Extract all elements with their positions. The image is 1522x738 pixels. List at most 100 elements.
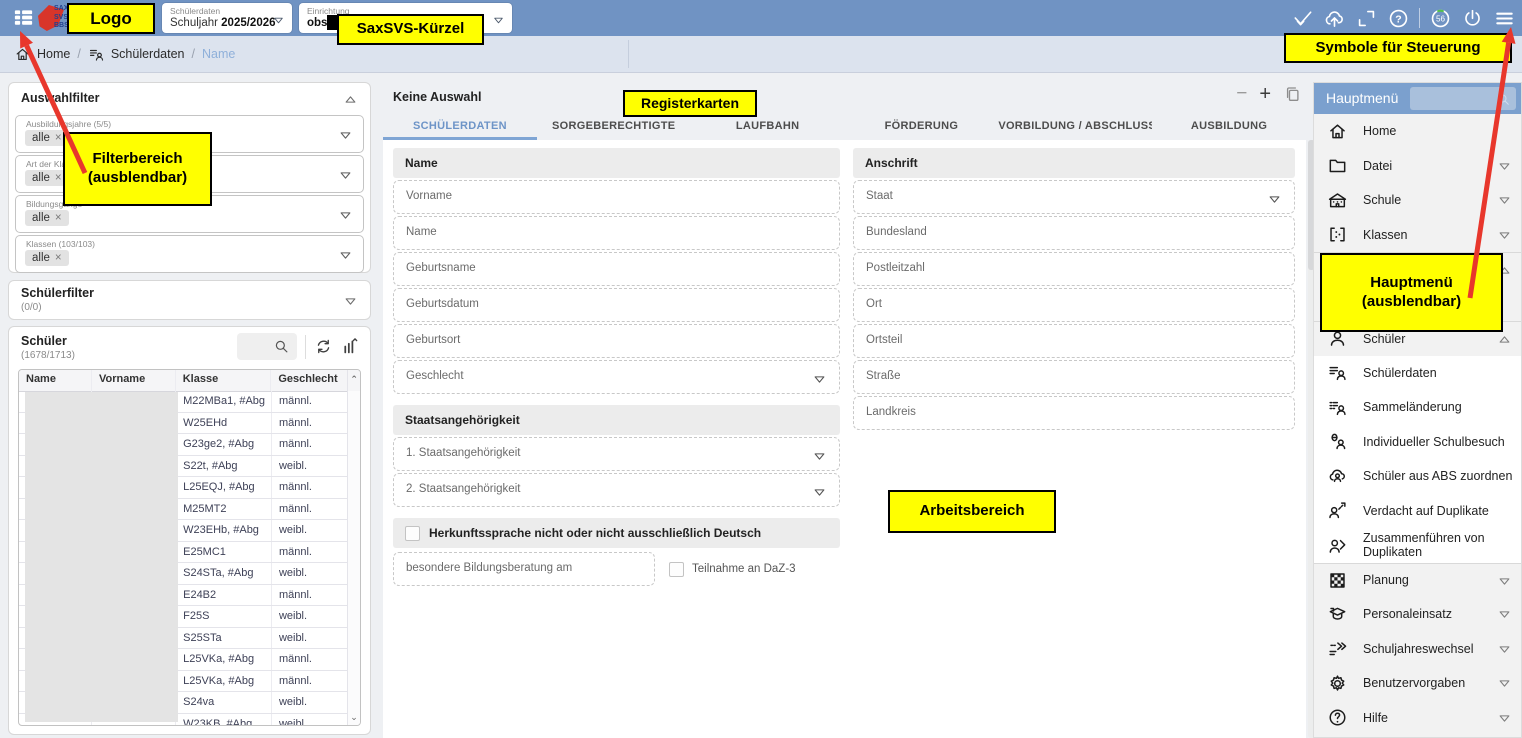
tab-sch-lerdaten[interactable]: SCHÜLERDATEN: [383, 112, 537, 140]
filter-3[interactable]: Klassen (103/103)alle×: [15, 235, 364, 273]
tab-vorbildung-abschluss[interactable]: VORBILDUNG / ABSCHLUSS: [998, 112, 1152, 140]
remove-chip-icon[interactable]: ×: [55, 132, 62, 144]
main-menu-toggle-icon[interactable]: [1493, 7, 1516, 30]
column-header[interactable]: Name: [19, 370, 92, 391]
input-field[interactable]: Geburtsdatum: [393, 288, 840, 322]
indiv-icon: [1327, 431, 1348, 452]
remove-chip-icon[interactable]: ×: [55, 252, 62, 264]
chevron-down-icon: [272, 12, 285, 30]
menu-item-zusammenführen-von-duplikaten[interactable]: Zusammenführen von Duplikaten: [1314, 528, 1521, 563]
chevron-down-icon[interactable]: [1497, 642, 1512, 657]
herkunftssprache-checkbox[interactable]: [405, 526, 420, 541]
filter-chip[interactable]: alle×: [25, 210, 69, 226]
menu-item-klassen[interactable]: Klassen: [1314, 218, 1521, 253]
menu-item-datei[interactable]: Datei: [1314, 149, 1521, 184]
add-button[interactable]: +: [1259, 84, 1271, 104]
chevron-down-icon[interactable]: [1497, 159, 1512, 174]
chevron-down-icon[interactable]: [1497, 676, 1512, 691]
menu-item-schüler-aus-abs-zuordnen[interactable]: Schüler aus ABS zuordnen: [1314, 459, 1521, 494]
input-field[interactable]: Name: [393, 216, 840, 250]
chevron-down-icon: [812, 485, 827, 500]
input-field[interactable]: Geschlecht: [393, 360, 840, 394]
input-field[interactable]: Vorname: [393, 180, 840, 214]
student-list-icon: [88, 46, 105, 63]
chevron-down-icon: [812, 449, 827, 464]
cell-klasse: E24B2: [176, 585, 272, 606]
input-field[interactable]: 1. Staatsangehörigkeit: [393, 437, 840, 471]
merge-icon: [1327, 535, 1348, 556]
section: Herkunftssprache nicht oder nicht aussch…: [393, 518, 840, 586]
chevron-down-icon[interactable]: [1497, 193, 1512, 208]
search-button[interactable]: [237, 333, 297, 360]
column-header[interactable]: Klasse: [176, 370, 272, 391]
cloud-upload-icon[interactable]: [1323, 7, 1346, 30]
menu-item-schülerdaten[interactable]: Schülerdaten: [1314, 356, 1521, 391]
input-field[interactable]: besondere Bildungsberatung am: [393, 552, 655, 586]
cell-klasse: M25MT2: [176, 499, 272, 520]
tab-f-rderung[interactable]: FÖRDERUNG: [844, 112, 998, 140]
filter-panel-toggle-icon[interactable]: [12, 6, 38, 31]
menu-item-hilfe[interactable]: Hilfe: [1314, 701, 1521, 736]
workspace: Keine Auswahl − + SCHÜLERDATENSORGEBEREC…: [383, 82, 1306, 738]
selection-status: Keine Auswahl: [393, 90, 481, 104]
table-scrollbar[interactable]: ⌄: [347, 391, 360, 725]
filter-chip[interactable]: alle×: [25, 250, 69, 266]
input-field[interactable]: Bundesland: [853, 216, 1295, 250]
student-list-icon: [88, 46, 105, 63]
expand-icon[interactable]: [343, 293, 358, 311]
daz3-checkbox[interactable]: Teilnahme an DaZ-3: [669, 562, 796, 577]
menu-item-sammeländerung[interactable]: Sammeländerung: [1314, 390, 1521, 425]
main-menu-list: HomeDateiSchuleKlassenSchülerSchülerdate…: [1314, 114, 1521, 737]
input-field[interactable]: Ort: [853, 288, 1295, 322]
annotation-filterbereich: Filterbereich (ausblendbar): [63, 132, 212, 206]
remove-chip-icon[interactable]: ×: [55, 212, 62, 224]
chevron-down-icon[interactable]: [1497, 607, 1512, 622]
input-field[interactable]: Straße: [853, 360, 1295, 394]
cell-geschlecht: weibl.: [272, 606, 348, 627]
section: NameVornameNameGeburtsnameGeburtsdatumGe…: [393, 148, 840, 394]
menu-item-verdacht-auf-duplikate[interactable]: Verdacht auf Duplikate: [1314, 494, 1521, 529]
input-field[interactable]: Postleitzahl: [853, 252, 1295, 286]
remove-chip-icon[interactable]: ×: [55, 172, 62, 184]
chevron-down-icon[interactable]: [1497, 574, 1512, 589]
column-header[interactable]: Vorname: [92, 370, 176, 391]
menu-item-home[interactable]: Home: [1314, 114, 1521, 149]
search-icon: [1496, 91, 1511, 109]
check-download-icon[interactable]: [1291, 7, 1314, 30]
cell-klasse: S24STa, #Abg: [176, 563, 272, 584]
input-field[interactable]: Geburtsname: [393, 252, 840, 286]
menu-item-planung[interactable]: Planung: [1314, 563, 1521, 598]
column-settings-icon[interactable]: [341, 337, 360, 356]
session-timer-badge[interactable]: 56: [1429, 7, 1452, 30]
input-field[interactable]: Landkreis: [853, 396, 1295, 430]
chevron-down-icon[interactable]: [1497, 228, 1512, 243]
menu-search-input[interactable]: [1410, 87, 1516, 110]
refresh-icon[interactable]: [314, 337, 333, 356]
remove-button[interactable]: −: [1236, 84, 1247, 104]
fullscreen-icon: [1355, 7, 1378, 30]
input-field[interactable]: 2. Staatsangehörigkeit: [393, 473, 840, 507]
menu-item-schuljahreswechsel[interactable]: Schuljahreswechsel: [1314, 632, 1521, 667]
menu-item-individueller-schulbesuch[interactable]: Individueller Schulbesuch: [1314, 425, 1521, 460]
input-field[interactable]: Staat: [853, 180, 1295, 214]
fullscreen-icon[interactable]: [1355, 7, 1378, 30]
search-icon: [273, 338, 290, 356]
menu-item-personaleinsatz[interactable]: Personaleinsatz: [1314, 597, 1521, 632]
collapse-icon[interactable]: [343, 91, 358, 109]
schuljahr-select[interactable]: Schülerdaten Schuljahr 2025/2026: [162, 3, 292, 33]
input-field[interactable]: Ortsteil: [853, 324, 1295, 358]
logout-icon[interactable]: [1461, 7, 1484, 30]
tab-ausbildung[interactable]: AUSBILDUNG: [1152, 112, 1306, 140]
breadcrumb-home[interactable]: Home: [14, 46, 70, 63]
column-header[interactable]: Geschlecht: [271, 370, 347, 391]
section: Staatsangehörigkeit1. Staatsangehörigkei…: [393, 405, 840, 507]
chevron-up-icon[interactable]: [1497, 332, 1512, 347]
copy-icon[interactable]: [1283, 85, 1302, 104]
menu-item-benutzervorgaben[interactable]: Benutzervorgaben: [1314, 666, 1521, 701]
menu-item-schule[interactable]: Schule: [1314, 183, 1521, 218]
chevron-down-icon[interactable]: [1497, 711, 1512, 726]
input-field[interactable]: Geburtsort: [393, 324, 840, 358]
help-icon[interactable]: ?: [1387, 7, 1410, 30]
scroll-up-icon[interactable]: ⌃: [347, 370, 360, 391]
breadcrumb-schuelerdaten[interactable]: Schülerdaten: [88, 46, 185, 63]
